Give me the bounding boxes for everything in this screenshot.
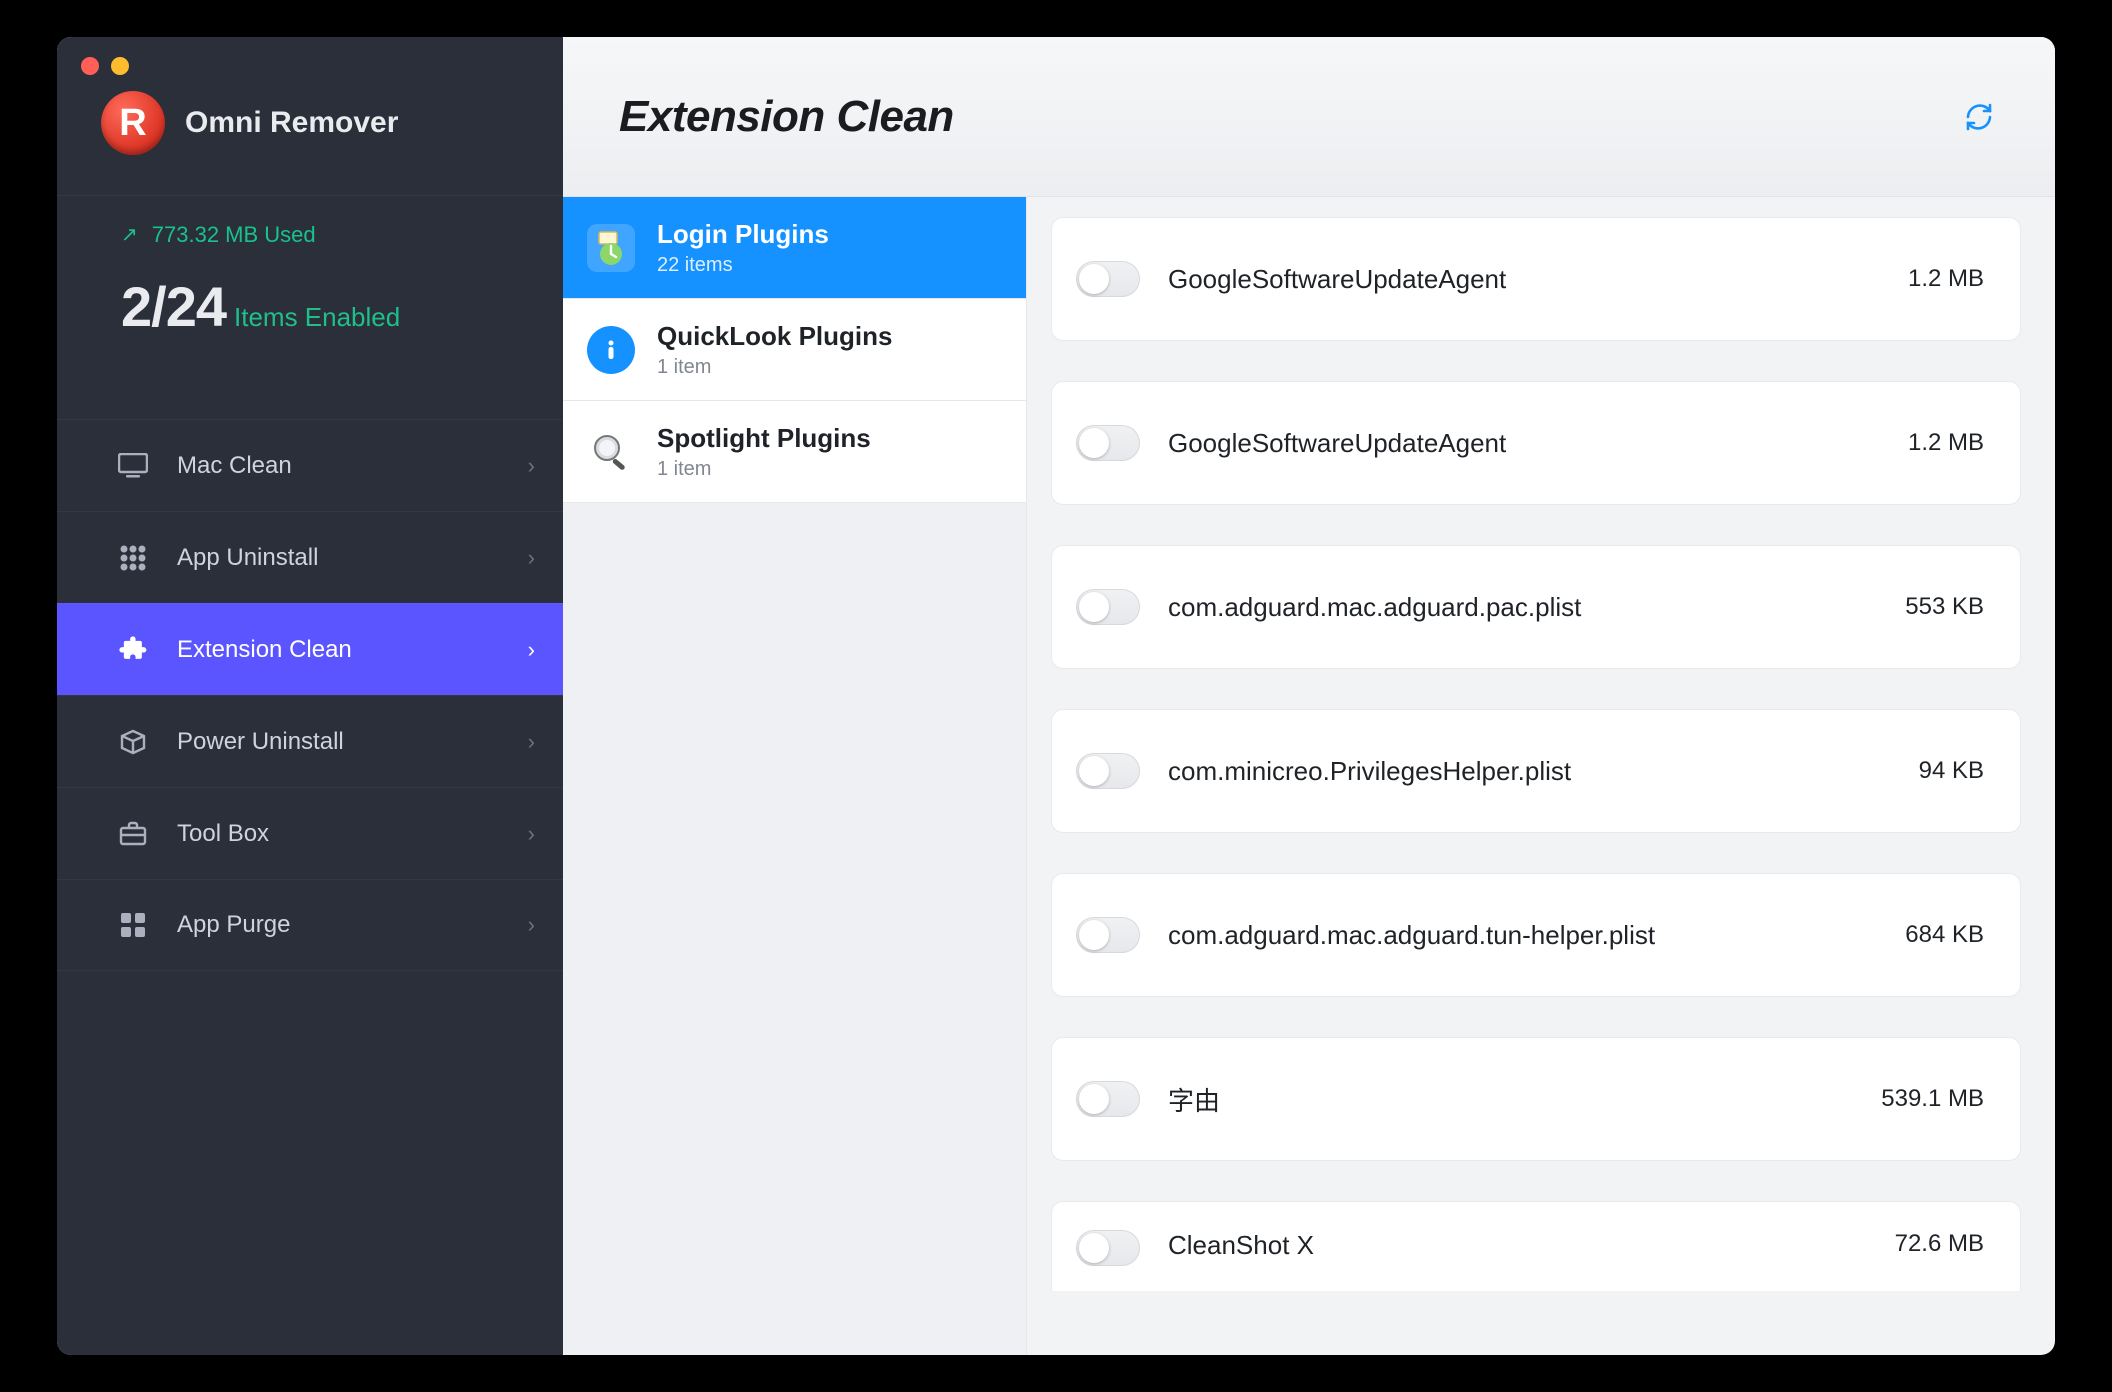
- storage-used-label: 773.32 MB Used: [152, 222, 316, 248]
- category-count: 1 item: [657, 458, 871, 481]
- item-toggle[interactable]: [1076, 753, 1140, 789]
- brand: R Omni Remover: [57, 59, 563, 195]
- enabled-summary: 2/24 Items Enabled: [121, 274, 539, 339]
- item-size: 72.6 MB: [1895, 1230, 1984, 1258]
- chevron-right-icon: ›: [528, 637, 535, 663]
- item-size: 94 KB: [1919, 757, 1984, 785]
- box-icon: [117, 726, 149, 758]
- list-item: com.minicreo.PrivilegesHelper.plist 94 K…: [1051, 709, 2021, 833]
- item-size: 1.2 MB: [1908, 265, 1984, 293]
- chevron-right-icon: ›: [528, 912, 535, 938]
- list-item: CleanShot X 72.6 MB: [1051, 1201, 2021, 1291]
- list-item: GoogleSoftwareUpdateAgent 1.2 MB: [1051, 381, 2021, 505]
- page-header: Extension Clean: [563, 37, 2055, 197]
- enabled-label: Items Enabled: [234, 302, 400, 333]
- refresh-icon: [1963, 101, 1995, 133]
- status-block: ↗ 773.32 MB Used 2/24 Items Enabled: [57, 195, 563, 379]
- sidebar-item-app-purge[interactable]: App Purge ›: [57, 879, 563, 971]
- list-item: GoogleSoftwareUpdateAgent 1.2 MB: [1051, 217, 2021, 341]
- item-name: com.adguard.mac.adguard.tun-helper.plist: [1168, 920, 1905, 951]
- category-title: QuickLook Plugins: [657, 321, 892, 352]
- monitor-icon: [117, 450, 149, 482]
- window-controls: [57, 37, 563, 59]
- chevron-right-icon: ›: [528, 545, 535, 571]
- item-toggle[interactable]: [1076, 589, 1140, 625]
- chevron-right-icon: ›: [528, 821, 535, 847]
- refresh-button[interactable]: [1959, 97, 1999, 137]
- item-list[interactable]: GoogleSoftwareUpdateAgent 1.2 MB GoogleS…: [1027, 197, 2055, 1355]
- sidebar-item-label: Mac Clean: [177, 452, 528, 480]
- sidebar-item-power-uninstall[interactable]: Power Uninstall ›: [57, 695, 563, 787]
- category-title: Login Plugins: [657, 219, 829, 250]
- sidebar-nav: Mac Clean › App Uninstall › Ex: [57, 419, 563, 971]
- category-list: Login Plugins 22 items QuickLook Plugins…: [563, 197, 1027, 1355]
- tiles-icon: [117, 909, 149, 941]
- grid-icon: [117, 542, 149, 574]
- storage-used: ↗ 773.32 MB Used: [121, 222, 539, 248]
- item-name: com.adguard.mac.adguard.pac.plist: [1168, 592, 1905, 623]
- trend-up-icon: ↗: [121, 222, 138, 247]
- sidebar-item-label: App Purge: [177, 911, 528, 939]
- enabled-count: 2/24: [121, 274, 226, 339]
- sidebar: R Omni Remover ↗ 773.32 MB Used 2/24 Ite…: [57, 37, 563, 1355]
- item-name: 字由: [1168, 1081, 1881, 1118]
- info-icon: [587, 326, 635, 374]
- sidebar-item-label: Tool Box: [177, 820, 528, 848]
- magnifier-icon: [587, 428, 635, 476]
- item-name: com.minicreo.PrivilegesHelper.plist: [1168, 756, 1919, 787]
- briefcase-icon: [117, 818, 149, 850]
- app-window: R Omni Remover ↗ 773.32 MB Used 2/24 Ite…: [57, 37, 2055, 1355]
- item-toggle[interactable]: [1076, 425, 1140, 461]
- app-logo-letter: R: [119, 102, 146, 145]
- item-size: 1.2 MB: [1908, 429, 1984, 457]
- category-count: 22 items: [657, 254, 829, 277]
- item-toggle[interactable]: [1076, 917, 1140, 953]
- item-toggle[interactable]: [1076, 1081, 1140, 1117]
- sidebar-item-label: Extension Clean: [177, 636, 528, 664]
- page-title: Extension Clean: [619, 92, 954, 142]
- sidebar-item-mac-clean[interactable]: Mac Clean ›: [57, 419, 563, 511]
- login-plugins-icon: [587, 224, 635, 272]
- puzzle-icon: [117, 634, 149, 666]
- item-toggle[interactable]: [1076, 1230, 1140, 1266]
- app-name: Omni Remover: [185, 106, 398, 140]
- item-toggle[interactable]: [1076, 261, 1140, 297]
- chevron-right-icon: ›: [528, 453, 535, 479]
- chevron-right-icon: ›: [528, 729, 535, 755]
- app-logo: R: [101, 91, 165, 155]
- item-name: GoogleSoftwareUpdateAgent: [1168, 428, 1908, 459]
- item-name: GoogleSoftwareUpdateAgent: [1168, 264, 1908, 295]
- main-pane: Extension Clean Login Plugins 22 items: [563, 37, 2055, 1355]
- sidebar-item-extension-clean[interactable]: Extension Clean ›: [57, 603, 563, 695]
- sidebar-item-label: App Uninstall: [177, 544, 528, 572]
- category-spotlight-plugins[interactable]: Spotlight Plugins 1 item: [563, 401, 1026, 503]
- category-quicklook-plugins[interactable]: QuickLook Plugins 1 item: [563, 299, 1026, 401]
- item-size: 553 KB: [1905, 593, 1984, 621]
- list-item: 字由 539.1 MB: [1051, 1037, 2021, 1161]
- item-size: 684 KB: [1905, 921, 1984, 949]
- sidebar-item-tool-box[interactable]: Tool Box ›: [57, 787, 563, 879]
- item-name: CleanShot X: [1168, 1230, 1895, 1261]
- list-item: com.adguard.mac.adguard.tun-helper.plist…: [1051, 873, 2021, 997]
- category-count: 1 item: [657, 356, 892, 379]
- content-area: Login Plugins 22 items QuickLook Plugins…: [563, 197, 2055, 1355]
- category-title: Spotlight Plugins: [657, 423, 871, 454]
- sidebar-item-label: Power Uninstall: [177, 728, 528, 756]
- sidebar-item-app-uninstall[interactable]: App Uninstall ›: [57, 511, 563, 603]
- category-login-plugins[interactable]: Login Plugins 22 items: [563, 197, 1026, 299]
- list-item: com.adguard.mac.adguard.pac.plist 553 KB: [1051, 545, 2021, 669]
- item-size: 539.1 MB: [1881, 1085, 1984, 1113]
